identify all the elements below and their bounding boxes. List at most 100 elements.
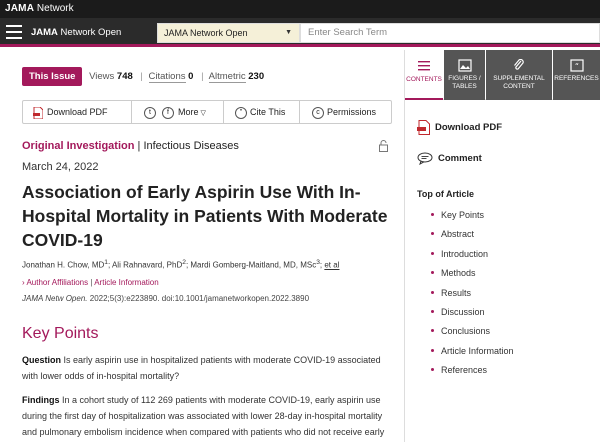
views-label: Views [89,71,115,82]
journal-logo-bold: JAMA [31,27,58,38]
article-category[interactable]: Infectious Diseases [143,140,238,152]
table-of-contents: Key Points Abstract Introduction Methods… [431,209,514,384]
article-type-line: Original Investigation | Infectious Dise… [22,140,239,152]
tab-contents[interactable]: CONTENTS [405,50,443,100]
figures-icon [457,59,472,72]
copyright-icon: c [312,106,324,119]
toc-item[interactable]: Article Information [431,345,514,364]
toc-item[interactable]: Methods [431,267,514,286]
article-toolbar: Download PDF t f More ▽ ” Cite This c Permi… [22,100,392,124]
key-points-heading: Key Points [22,325,99,342]
sidebar-comment[interactable]: Comment [417,152,482,166]
author-name[interactable]: ; Ali Rahnavard, PhD [108,261,182,270]
article-type[interactable]: Original Investigation [22,140,134,152]
twitter-share-button[interactable]: t [144,101,159,123]
toc-item[interactable]: Introduction [431,248,514,267]
pdf-icon [417,120,430,135]
sidebar-comment-label: Comment [438,153,482,165]
main-navbar: JAMA Network Open JAMA Network Open ▼ En… [0,18,600,47]
article-sidebar: CONTENTS FIGURES / TABLES SUPPLEMENTAL C… [405,50,600,442]
toc-item[interactable]: Key Points [431,209,514,228]
altmetric-metric[interactable]: Altmetric 230 [208,71,265,83]
cite-this-button[interactable]: ” Cite This [235,101,285,123]
author-name[interactable]: ; Mardi Gomberg-Maitland, MD, MSc [186,261,316,270]
author-list: Jonathan H. Chow, MD1; Ali Rahnavard, Ph… [22,259,392,270]
this-issue-button[interactable]: This Issue [22,67,83,86]
cite-this-label: Cite This [250,107,286,117]
download-pdf-label: Download PDF [47,107,108,117]
sidebar-download-pdf[interactable]: Download PDF [417,120,502,135]
sidebar-tabs: CONTENTS FIGURES / TABLES SUPPLEMENTAL C… [405,50,600,100]
quote-box-icon: “ [569,59,584,72]
findings-text: In a cohort study of 112 269 patients wi… [22,395,385,437]
triangle-down-icon: ▽ [200,110,206,117]
question-text: Is early aspirin use in hospitalized pat… [22,355,381,381]
network-brand-strip: JAMA Network [0,0,600,18]
et-al-link[interactable]: et al [324,261,339,270]
sidebar-download-pdf-label: Download PDF [435,122,503,134]
key-point-findings: Findings In a cohort study of 112 269 pa… [22,392,392,442]
open-access-lock-icon [378,139,389,157]
toc-item[interactable]: Conclusions [431,325,514,344]
tab-supplemental-label: SUPPLEMENTAL CONTENT [493,75,545,90]
publication-date: March 24, 2022 [22,161,99,173]
download-pdf-button[interactable]: Download PDF [33,101,108,123]
journal-logo[interactable]: JAMA Network Open [31,18,121,47]
toolbar-divider [131,101,132,123]
permissions-button[interactable]: c Permissions [312,101,376,123]
citations-label: Citations [148,71,186,83]
top-of-article-link[interactable]: Top of Article [417,189,474,199]
facebook-share-button[interactable]: f [162,101,177,123]
comment-icon [417,152,433,166]
journal-select-value: JAMA Network Open [164,28,248,38]
toc-item[interactable]: Abstract [431,228,514,247]
quote-icon: ” [235,106,247,119]
toolbar-divider [223,101,224,123]
tab-references-label: REFERENCES [554,75,599,82]
key-point-question: Question Is early aspirin use in hospita… [22,352,392,384]
list-icon [418,61,430,71]
network-logo-rest[interactable]: Network [34,3,74,14]
metric-separator: | [201,71,204,82]
more-label: More [178,107,199,117]
author-info-links: › Author Affiliations | Article Informat… [22,278,159,287]
article-metrics: This Issue Views 748 | Citations 0 | Alt… [22,67,266,86]
more-share-button[interactable]: More ▽ [178,101,206,123]
twitter-icon: t [144,106,156,119]
question-label: Question [22,355,62,365]
altmetric-value: 230 [248,71,265,82]
toolbar-divider [299,101,300,123]
article-title: Association of Early Aspirin Use With In… [22,182,388,250]
search-placeholder: Enter Search Term [308,27,388,38]
facebook-icon: f [162,106,174,119]
altmetric-label: Altmetric [208,71,246,83]
svg-text:“: “ [574,62,578,71]
caret-down-icon: ▼ [285,29,292,36]
toc-item[interactable]: Results [431,287,514,306]
author-affiliations-link[interactable]: Author Affiliations [26,278,88,287]
author-name[interactable]: Jonathan H. Chow, MD [22,261,104,270]
journal-select[interactable]: JAMA Network Open ▼ [157,23,300,43]
findings-label: Findings [22,395,60,405]
toc-item[interactable]: Discussion [431,306,514,325]
views-value: 748 [116,71,133,82]
menu-icon[interactable] [6,25,22,39]
tab-references[interactable]: “ REFERENCES [553,50,600,100]
tab-supplemental-content[interactable]: SUPPLEMENTAL CONTENT [486,50,552,100]
toc-item[interactable]: References [431,364,514,383]
tab-figures-label: FIGURES / TABLES [448,75,481,90]
article-type-separator: | [137,140,141,152]
journal-abbrev: JAMA Netw Open. [22,294,88,303]
network-logo-bold[interactable]: JAMA [5,3,34,14]
tab-figures-tables[interactable]: FIGURES / TABLES [444,50,485,100]
paperclip-icon [514,59,524,70]
citation-line: JAMA Netw Open. 2022;5(3):e223890. doi:1… [22,294,309,303]
search-input[interactable]: Enter Search Term [300,23,600,43]
article-information-link[interactable]: Article Information [94,278,158,287]
tab-contents-label: CONTENTS [406,76,442,83]
citations-metric[interactable]: Citations 0 [148,71,193,83]
citation-text: 2022;5(3):e223890. doi:10.1001/jamanetwo… [87,294,310,303]
pdf-icon [33,106,43,119]
views-metric[interactable]: Views 748 [89,71,133,82]
article-main: This Issue Views 748 | Citations 0 | Alt… [0,50,404,442]
